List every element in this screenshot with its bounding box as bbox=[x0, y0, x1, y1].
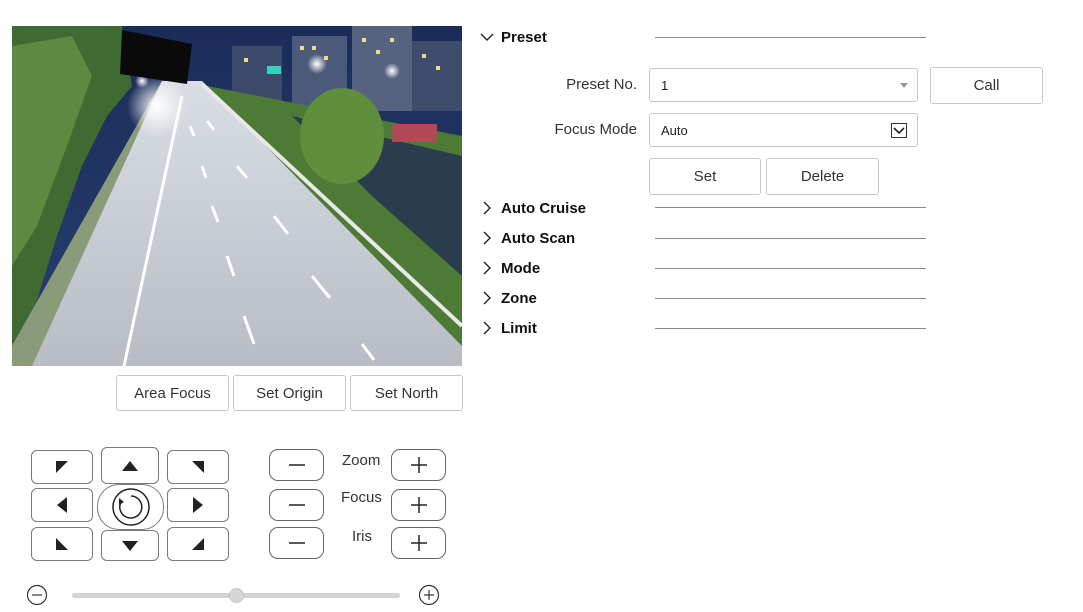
preset-no-label: Preset No. bbox=[566, 76, 637, 93]
auto-scan-section-header[interactable]: Auto Scan bbox=[480, 227, 575, 249]
zoom-label: Zoom bbox=[342, 452, 381, 469]
chevron-right-icon bbox=[483, 321, 491, 335]
call-button[interactable]: Call bbox=[930, 67, 1043, 104]
auto-rotate-icon bbox=[111, 488, 150, 526]
arrow-down-right-icon bbox=[192, 538, 204, 550]
arrow-down-icon bbox=[122, 540, 138, 551]
focus-mode-value: Auto bbox=[661, 122, 688, 138]
minus-icon bbox=[288, 464, 305, 466]
limit-section-title: Limit bbox=[501, 319, 537, 337]
arrow-up-right-icon bbox=[192, 461, 204, 473]
video-preview[interactable] bbox=[12, 26, 462, 366]
focus-label: Focus bbox=[341, 489, 382, 506]
auto-cruise-section-title: Auto Cruise bbox=[501, 199, 587, 217]
ptz-up-left-button[interactable] bbox=[31, 450, 93, 484]
section-divider bbox=[655, 298, 926, 299]
ptz-down-button[interactable] bbox=[101, 530, 159, 561]
iris-label: Iris bbox=[352, 528, 372, 545]
chevron-down-icon bbox=[480, 33, 494, 41]
speed-decrease-icon[interactable] bbox=[26, 584, 48, 606]
limit-section-header[interactable]: Limit bbox=[480, 317, 537, 339]
arrow-up-icon bbox=[122, 460, 138, 471]
mode-section-title: Mode bbox=[501, 259, 541, 277]
minus-icon bbox=[288, 542, 305, 544]
chevron-right-icon bbox=[483, 291, 491, 305]
ptz-auto-rotate-button[interactable] bbox=[97, 484, 164, 530]
iris-close-button[interactable] bbox=[269, 527, 324, 559]
arrow-up-left-icon bbox=[56, 461, 68, 473]
arrow-left-icon bbox=[57, 497, 67, 513]
arrow-right-icon bbox=[193, 497, 203, 513]
section-divider bbox=[655, 207, 926, 208]
ptz-down-left-button[interactable] bbox=[31, 527, 93, 561]
iris-open-button[interactable] bbox=[391, 527, 446, 559]
focus-near-button[interactable] bbox=[269, 489, 324, 521]
speed-slider-thumb[interactable] bbox=[228, 588, 244, 603]
focus-mode-label: Focus Mode bbox=[554, 121, 637, 138]
preset-no-value: 1 bbox=[661, 77, 669, 93]
chevron-right-icon bbox=[483, 261, 491, 275]
area-focus-button[interactable]: Area Focus bbox=[116, 375, 229, 411]
delete-preset-button[interactable]: Delete bbox=[766, 158, 879, 195]
zoom-in-button[interactable] bbox=[391, 449, 446, 481]
zone-section-header[interactable]: Zone bbox=[480, 287, 537, 309]
auto-scan-section-title: Auto Scan bbox=[501, 229, 576, 247]
chevron-right-icon bbox=[483, 201, 491, 215]
section-divider bbox=[655, 238, 926, 239]
zoom-out-button[interactable] bbox=[269, 449, 324, 481]
ptz-up-button[interactable] bbox=[101, 447, 159, 484]
plus-icon bbox=[410, 535, 427, 551]
mode-section-header[interactable]: Mode bbox=[480, 257, 540, 279]
zone-section-title: Zone bbox=[501, 289, 537, 307]
section-divider bbox=[655, 268, 926, 269]
ptz-right-button[interactable] bbox=[167, 488, 229, 522]
set-north-button[interactable]: Set North bbox=[350, 375, 463, 411]
focus-far-button[interactable] bbox=[391, 489, 446, 521]
live-video-image bbox=[12, 26, 462, 366]
ptz-down-right-button[interactable] bbox=[167, 527, 229, 561]
chevron-right-icon bbox=[483, 231, 491, 245]
set-preset-button[interactable]: Set bbox=[649, 158, 761, 195]
auto-cruise-section-header[interactable]: Auto Cruise bbox=[480, 197, 586, 219]
plus-icon bbox=[410, 497, 427, 513]
preset-section-title: Preset bbox=[501, 28, 547, 46]
dropdown-caret-icon bbox=[900, 83, 908, 88]
section-divider bbox=[655, 37, 926, 38]
set-origin-button[interactable]: Set Origin bbox=[233, 375, 346, 411]
section-divider bbox=[655, 328, 926, 329]
speed-increase-icon[interactable] bbox=[418, 584, 440, 606]
preset-section-header[interactable]: Preset bbox=[480, 26, 547, 48]
ptz-left-button[interactable] bbox=[31, 488, 93, 522]
preset-no-select[interactable]: 1 bbox=[649, 68, 918, 102]
arrow-down-left-icon bbox=[56, 538, 68, 550]
plus-icon bbox=[410, 457, 427, 473]
dropdown-arrow-icon bbox=[891, 123, 907, 138]
ptz-up-right-button[interactable] bbox=[167, 450, 229, 484]
minus-icon bbox=[288, 504, 305, 506]
focus-mode-select[interactable]: Auto bbox=[649, 113, 918, 147]
